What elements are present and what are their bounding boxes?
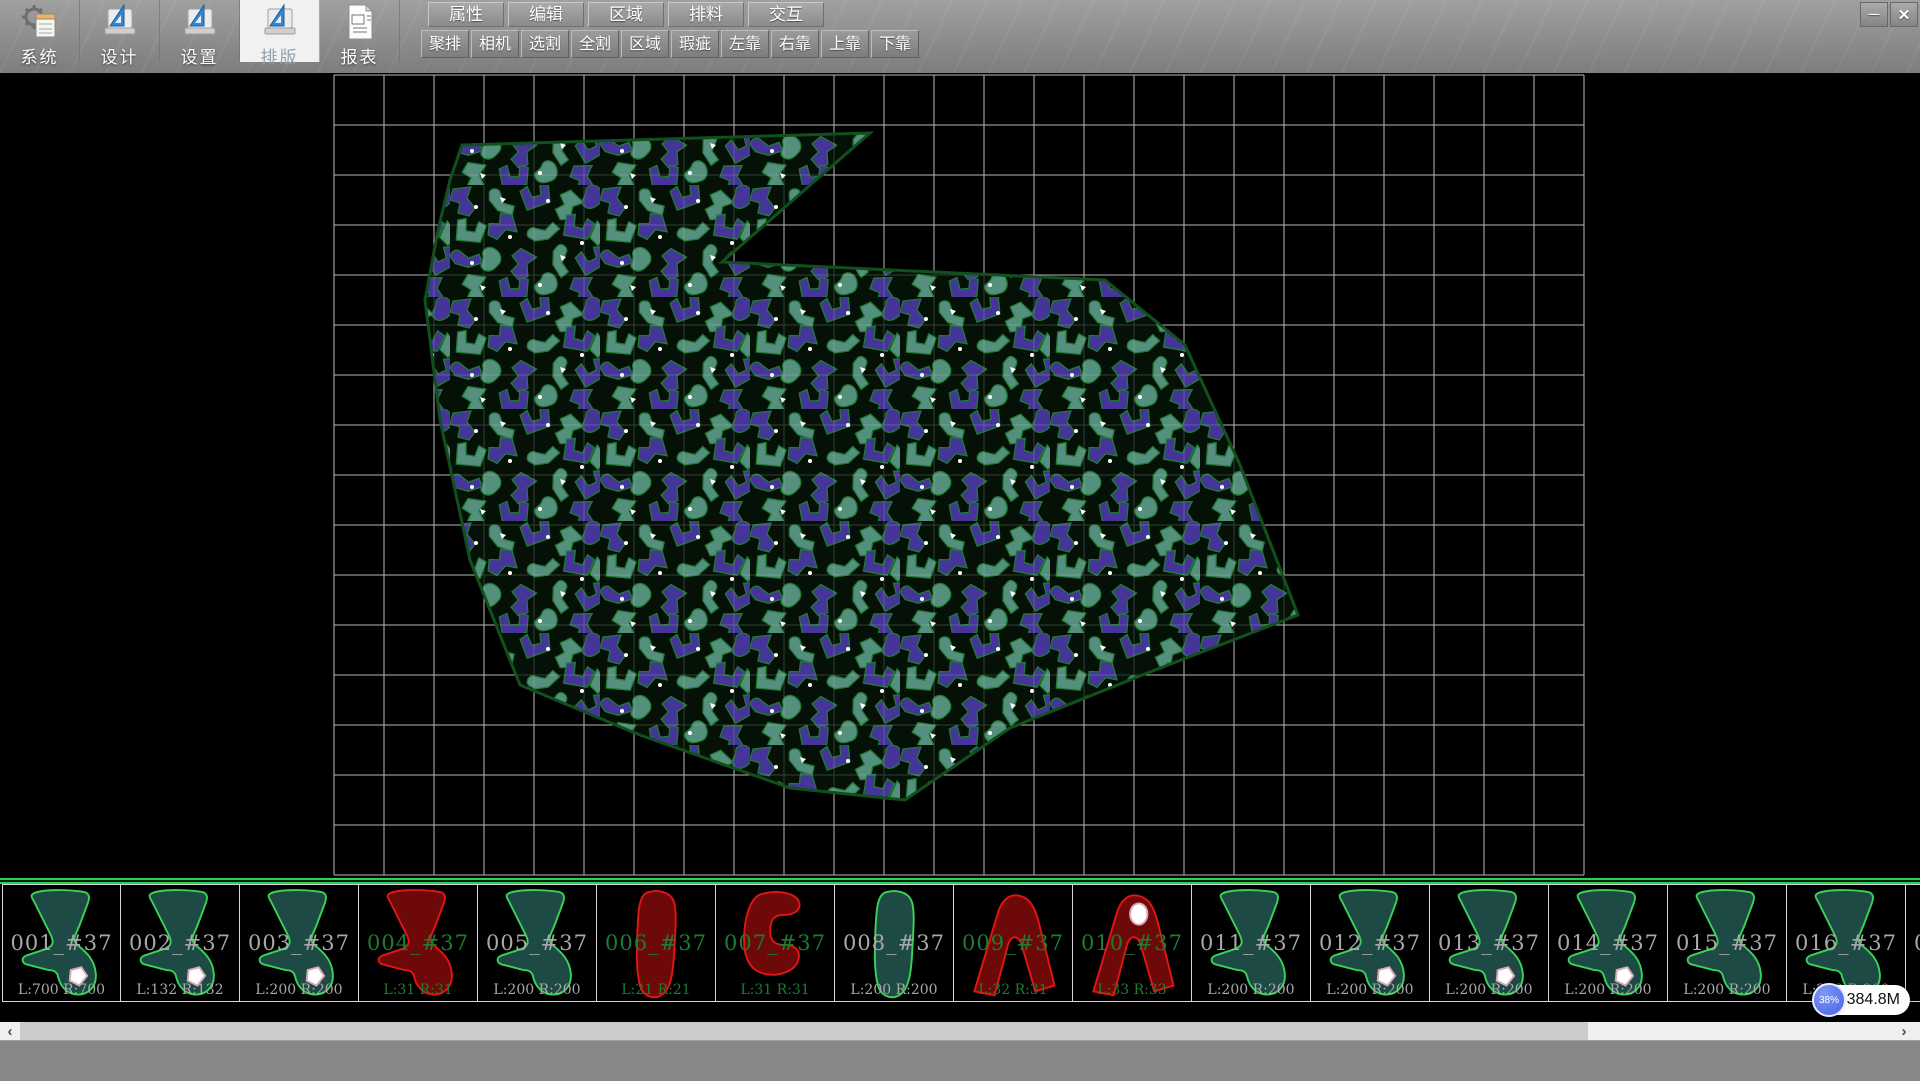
piece-thumbnail[interactable]: 006_#37 L:21 R:21 <box>597 884 716 1002</box>
horizontal-scrollbar[interactable]: ‹ › <box>0 1022 1920 1040</box>
piece-lr-count: L:200 R:200 <box>835 982 953 998</box>
piece-id: 008_#37 <box>835 931 953 955</box>
piece-id: 002_#37 <box>121 931 239 955</box>
piece-lr-count: L:200 R:200 <box>1549 982 1667 998</box>
tool-camera[interactable]: 相机 <box>471 30 519 58</box>
piece-lr-count: L:200 R:200 <box>1668 982 1786 998</box>
piece-lr-count: L:700 R:700 <box>3 982 120 998</box>
tab-label: 报表 <box>341 43 379 68</box>
tool-bar: 聚排相机选割全割区域瑕疵左靠右靠上靠下靠 <box>421 30 919 58</box>
piece-lr-count: L:200 R:200 <box>1192 982 1310 998</box>
piece-lr-count: L:200 R:200 <box>1430 982 1548 998</box>
pieces-strip: 001_#37L:700 R:700002_#37L:132 R:132003_… <box>0 878 1920 1022</box>
piece-id: 017_#37 <box>1906 931 1920 955</box>
piece-id: 005_#37 <box>478 931 596 955</box>
piece-thumbnail[interactable]: 005_#37 L:200 R:200 <box>478 884 597 1002</box>
nesting-icon <box>260 2 300 42</box>
design-icon <box>100 2 140 42</box>
canvas-svg <box>0 73 1920 878</box>
piece-thumbnail[interactable]: 015_#37 L:200 R:200 <box>1668 884 1787 1002</box>
tool-align-right[interactable]: 右靠 <box>771 30 819 58</box>
toolbar: 系统设计设置排版报表 属性编辑区域排料交互 聚排相机选割全割区域瑕疵左靠右靠上靠… <box>0 0 1920 74</box>
minimize-button[interactable]: ─ <box>1860 2 1888 27</box>
scroll-right-arrow-icon[interactable]: › <box>1894 1022 1914 1040</box>
piece-id: 014_#37 <box>1549 931 1667 955</box>
piece-id: 011_#37 <box>1192 931 1310 955</box>
tab-report[interactable]: 报表 <box>320 0 400 62</box>
settings-icon <box>180 2 220 42</box>
piece-thumbnail[interactable]: 008_#37 L:200 R:200 <box>835 884 954 1002</box>
tab-system[interactable]: 系统 <box>0 0 80 62</box>
piece-id: 016_#37 <box>1787 931 1905 955</box>
piece-lr-count: L:200 R:200 <box>240 982 358 998</box>
piece-id: 007_#37 <box>716 931 834 955</box>
tab-design[interactable]: 设计 <box>80 0 160 62</box>
piece-lr-count: L:21 R:21 <box>597 982 715 998</box>
piece-id: 001_#37 <box>3 931 120 955</box>
piece-id: 012_#37 <box>1311 931 1429 955</box>
piece-id: 004_#37 <box>359 931 477 955</box>
piece-thumbnail[interactable]: 014_#37 L:200 R:200 <box>1549 884 1668 1002</box>
tool-align-left[interactable]: 左靠 <box>721 30 769 58</box>
piece-lr-count: L:32 R:31 <box>954 982 1072 998</box>
report-icon <box>340 2 380 42</box>
piece-lr-count: L:132 R:132 <box>121 982 239 998</box>
scrollbar-thumb[interactable] <box>20 1022 1588 1040</box>
close-button[interactable]: ✕ <box>1890 2 1918 27</box>
piece-thumbnail[interactable]: 007_#37 L:31 R:31 <box>716 884 835 1002</box>
piece-thumbnail[interactable]: 003_#37 L:200 R:200 <box>240 884 359 1002</box>
piece-id: 009_#37 <box>954 931 1072 955</box>
nesting-canvas[interactable] <box>0 73 1920 878</box>
memory-badge[interactable]: 384.8M 38% <box>1812 983 1920 1017</box>
tool-cut-selected[interactable]: 选割 <box>521 30 569 58</box>
menu-properties[interactable]: 属性 <box>428 2 504 27</box>
menu-edit[interactable]: 编辑 <box>508 2 584 27</box>
menu-bar: 属性编辑区域排料交互 <box>428 2 824 27</box>
tool-defect[interactable]: 瑕疵 <box>671 30 719 58</box>
piece-thumbnail[interactable]: 010_#37 L:33 R:33 <box>1073 884 1192 1002</box>
tool-cut-all[interactable]: 全割 <box>571 30 619 58</box>
piece-thumbnail[interactable]: 013_#37 L:200 R:200 <box>1430 884 1549 1002</box>
piece-id: 010_#37 <box>1073 931 1191 955</box>
tab-settings[interactable]: 设置 <box>160 0 240 62</box>
piece-thumbnail[interactable]: 004_#37 L:31 R:31 <box>359 884 478 1002</box>
piece-id: 003_#37 <box>240 931 358 955</box>
tool-cluster-nest[interactable]: 聚排 <box>421 30 469 58</box>
window-controls: ─ ✕ <box>1860 2 1918 27</box>
scroll-left-arrow-icon[interactable]: ‹ <box>0 1022 20 1040</box>
tab-label: 系统 <box>21 43 59 68</box>
tool-align-bottom[interactable]: 下靠 <box>871 30 919 58</box>
percent-badge: 38% <box>1812 983 1846 1017</box>
tab-nesting[interactable]: 排版 <box>240 0 320 62</box>
tool-align-top[interactable]: 上靠 <box>821 30 869 58</box>
piece-id: 013_#37 <box>1430 931 1548 955</box>
tab-label: 设计 <box>101 43 139 68</box>
piece-lr-count: L:200 R:200 <box>1311 982 1429 998</box>
piece-thumbnail[interactable]: 001_#37 L:700 R:700 <box>2 884 121 1002</box>
piece-thumbnail[interactable]: 009_#37 L:32 R:31 <box>954 884 1073 1002</box>
piece-lr-count: L:31 R:31 <box>359 982 477 998</box>
piece-thumbnail-list: 001_#37L:700 R:700002_#37L:132 R:132003_… <box>2 884 1920 1002</box>
piece-thumbnail[interactable]: 002_#37 L:132 R:132 <box>121 884 240 1002</box>
piece-lr-count: L:33 R:33 <box>1073 982 1191 998</box>
piece-thumbnail[interactable]: 011_#37 L:200 R:200 <box>1192 884 1311 1002</box>
menu-interact[interactable]: 交互 <box>748 2 824 27</box>
piece-id: 015_#37 <box>1668 931 1786 955</box>
menu-region[interactable]: 区域 <box>588 2 664 27</box>
main-tab-bar: 系统设计设置排版报表 <box>0 0 400 62</box>
piece-thumbnail[interactable]: 012_#37 L:200 R:200 <box>1311 884 1430 1002</box>
tab-label: 设置 <box>181 43 219 68</box>
piece-id: 006_#37 <box>597 931 715 955</box>
tool-region[interactable]: 区域 <box>621 30 669 58</box>
menu-nest[interactable]: 排料 <box>668 2 744 27</box>
piece-lr-count: L:31 R:31 <box>716 982 834 998</box>
system-icon <box>20 2 60 42</box>
status-bar <box>0 1040 1920 1081</box>
percent-value: 38% <box>1819 995 1839 1006</box>
piece-lr-count: L:200 R:200 <box>478 982 596 998</box>
tab-label: 排版 <box>261 43 299 68</box>
